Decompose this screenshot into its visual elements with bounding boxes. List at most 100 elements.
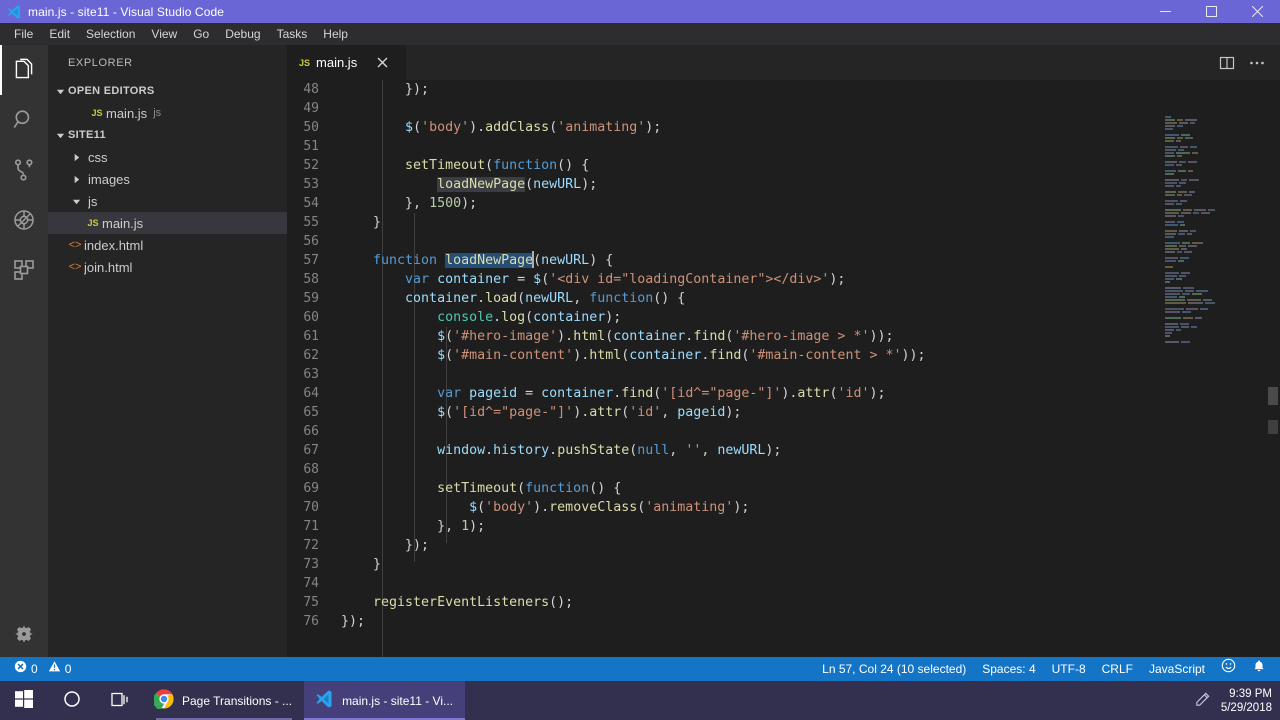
activity-bar [0,45,48,657]
line-number: 67 [303,443,319,458]
file-join-html[interactable]: <> join.html [48,256,287,278]
folder-images[interactable]: images [48,168,287,190]
chrome-icon [152,689,174,712]
taskbar-app-vscode[interactable]: main.js - site11 - Vi... [304,681,465,720]
minimap-segment [1193,211,1199,214]
line-number: 59 [303,291,319,306]
line-number: 50 [303,120,319,135]
editor-minimap[interactable] [1161,115,1266,657]
menu-debug[interactable]: Debug [217,24,268,44]
code-line: 61 $('#hero-image').html(container.find(… [287,327,1280,346]
folder-js[interactable]: js [48,190,287,212]
menu-selection[interactable]: Selection [78,24,143,44]
line-number: 63 [303,367,319,382]
close-button[interactable] [1234,0,1280,23]
cortana-button[interactable] [48,681,96,720]
minimap-segment [1178,169,1186,172]
minimap-segment [1203,298,1212,301]
minimap-segment [1183,208,1192,211]
folder-css[interactable]: css [48,146,287,168]
minimap-segment [1165,136,1175,139]
menu-go[interactable]: Go [185,24,217,44]
line-number: 76 [303,614,319,629]
error-icon [14,657,27,681]
tab-main-js[interactable]: JS main.js [287,45,407,80]
status-problems[interactable]: 0 0 [6,657,79,681]
status-eol[interactable]: CRLF [1094,657,1141,681]
line-text: $('[id^="page-"]').attr('id', pageid); [341,405,742,420]
code-line: 56 [287,232,1280,251]
minimap-segment [1186,307,1198,310]
cortana-circle-icon [63,690,81,711]
activity-item-debug[interactable] [0,195,48,245]
error-count: 0 [31,662,38,676]
chevron-right-icon [68,149,84,165]
section-open-editors[interactable]: OPEN EDITORS [48,80,287,102]
activity-item-manage[interactable] [0,611,48,657]
line-text: $('#hero-image').html(container.find('#h… [341,329,894,344]
js-file-icon: JS [91,108,103,118]
minimap-segment [1165,301,1186,304]
activity-item-source-control[interactable] [0,145,48,195]
code-editor[interactable]: 48 }); 49 50 $('body').addClass('animati… [287,80,1280,657]
line-number: 60 [303,310,319,325]
sidebar-explorer: EXPLORER OPEN EDITORS JS main.js js SITE… [48,45,287,657]
menu-help[interactable]: Help [315,24,356,44]
code-lines: 48 }); 49 50 $('body').addClass('animati… [287,80,1280,631]
minimap-segment [1165,148,1176,151]
status-cursor-position[interactable]: Ln 57, Col 24 (10 selected) [814,657,974,681]
menu-bar: File Edit Selection View Go Debug Tasks … [0,23,1280,45]
minimap-segment [1165,247,1179,250]
editor-vertical-scrollbar[interactable] [1266,115,1280,657]
minimap-segment [1182,292,1190,295]
taskbar-app-chrome[interactable]: Page Transitions - ... [144,681,304,720]
start-button[interactable] [0,681,48,720]
activity-item-explorer[interactable] [0,45,48,95]
status-indentation[interactable]: Spaces: 4 [974,657,1043,681]
status-encoding[interactable]: UTF-8 [1044,657,1094,681]
minimap-segment [1187,298,1201,301]
line-number: 64 [303,386,319,401]
menu-tasks[interactable]: Tasks [269,24,316,44]
minimap-segment [1165,322,1178,325]
selection-highlight: loadNewPage [445,253,534,268]
minimap-segment [1178,214,1184,217]
maximize-button[interactable] [1188,0,1234,23]
section-site11-label: SITE11 [68,129,106,141]
tab-close-icon[interactable] [377,57,388,68]
split-editor-icon[interactable] [1214,45,1240,80]
activity-item-extensions[interactable] [0,245,48,295]
file-main-js[interactable]: JS main.js [48,212,287,234]
menu-view[interactable]: View [143,24,185,44]
ellipsis-icon[interactable] [1244,45,1270,80]
minimap-segment [1183,316,1193,319]
minimap-segment [1165,115,1171,118]
scrollbar-thumb[interactable] [1268,420,1278,434]
status-feedback[interactable] [1213,657,1244,681]
menu-file[interactable]: File [6,24,41,44]
editor-actions [1214,45,1280,80]
minimap-segment [1179,295,1185,298]
task-view-button[interactable] [96,681,144,720]
minimap-segment [1179,181,1186,184]
minimap-segment [1177,136,1183,139]
minimap-segment [1165,310,1180,313]
minimize-button[interactable] [1142,0,1188,23]
vscode-window: main.js - site11 - Visual Studio Code Fi… [0,0,1280,720]
scrollbar-thumb[interactable] [1268,387,1278,405]
taskbar-clock[interactable]: 9:39 PM 5/29/2018 [1221,687,1272,715]
pen-icon[interactable] [1194,691,1211,711]
minimap-segment [1188,301,1203,304]
status-language-mode[interactable]: JavaScript [1141,657,1213,681]
file-index-html[interactable]: <> index.html [48,234,287,256]
menu-edit[interactable]: Edit [41,24,78,44]
minimap-segment [1177,193,1182,196]
activity-item-search[interactable] [0,95,48,145]
line-number: 69 [303,481,319,496]
minimap-segment [1165,214,1176,217]
open-editor-main-js[interactable]: JS main.js js [48,102,287,124]
section-site11[interactable]: SITE11 [48,124,287,146]
code-line: 57 function loadNewPage(newURL) { [287,251,1280,270]
status-notifications[interactable] [1244,657,1274,681]
minimap-segment [1165,286,1181,289]
